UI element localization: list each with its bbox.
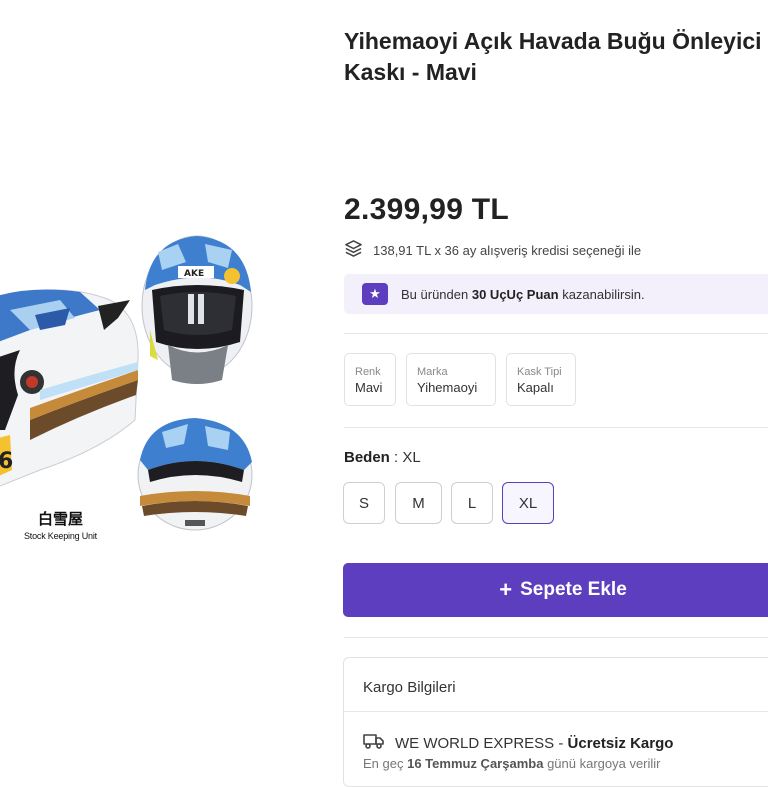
helmet-front-illustration: AKE: [141, 235, 253, 384]
size-option-l[interactable]: L: [451, 482, 493, 524]
shipping-carrier: WE WORLD EXPRESS - Ücretsiz Kargo: [363, 733, 673, 753]
attribute-key: Marka: [417, 366, 448, 378]
divider: [344, 637, 768, 638]
attribute-value: Yihemaoyi: [417, 380, 478, 395]
size-option-xl[interactable]: XL: [502, 482, 554, 524]
size-option-m[interactable]: M: [395, 482, 442, 524]
attribute-color: Renk Mavi: [344, 353, 396, 406]
shipping-date: En geç 16 Temmuz Çarşamba günü kargoya v…: [363, 756, 661, 771]
attribute-value: Mavi: [355, 380, 383, 395]
add-to-cart-label: Sepete Ekle: [520, 579, 627, 600]
divider: [344, 427, 768, 428]
product-title-line-1: Yihemaoyi Açık Havada Buğu Önleyici T: [344, 28, 768, 54]
attribute-helmet-type: Kask Tipi Kapalı: [506, 353, 576, 406]
add-to-cart-button[interactable]: + Sepete Ekle: [343, 563, 768, 617]
divider: [344, 333, 768, 334]
product-title-line-2: Kaskı - Mavi: [344, 59, 477, 85]
svg-text:AKE: AKE: [184, 269, 204, 279]
layers-icon: [344, 239, 363, 261]
points-text: Bu üründen 30 UçUç Puan kazanabilirsin.: [401, 286, 645, 302]
helmet-rear-illustration: [137, 418, 253, 531]
plus-icon: +: [499, 577, 513, 602]
credit-option[interactable]: 138,91 TL x 36 ay alışveriş kredisi seçe…: [344, 239, 641, 261]
attribute-value: Kapalı: [517, 380, 554, 395]
size-label: Beden : XL: [344, 449, 421, 466]
product-title: Yihemaoyi Açık Havada Buğu Önleyici T Ka…: [344, 26, 768, 88]
divider: [344, 711, 768, 712]
size-option-s[interactable]: S: [343, 482, 385, 524]
credit-text: 138,91 TL x 36 ay alışveriş kredisi seçe…: [373, 242, 642, 258]
svg-text:6: 6: [0, 449, 13, 474]
attribute-key: Renk: [355, 366, 381, 378]
product-price: 2.399,99 TL: [344, 193, 510, 226]
truck-icon: [363, 733, 385, 753]
attribute-brand: Marka Yihemaoyi: [406, 353, 496, 406]
helmet-side-illustration: 6: [0, 289, 139, 487]
sku-title: 白雪屋: [38, 510, 84, 528]
sku-caption: Stock Keeping Unit: [24, 531, 97, 541]
star-icon: ★: [362, 283, 388, 305]
shipping-title: Kargo Bilgileri: [363, 679, 456, 696]
attribute-key: Kask Tipi: [517, 366, 562, 378]
points-banner: ★ Bu üründen 30 UçUç Puan kazanabilirsin…: [344, 274, 768, 314]
